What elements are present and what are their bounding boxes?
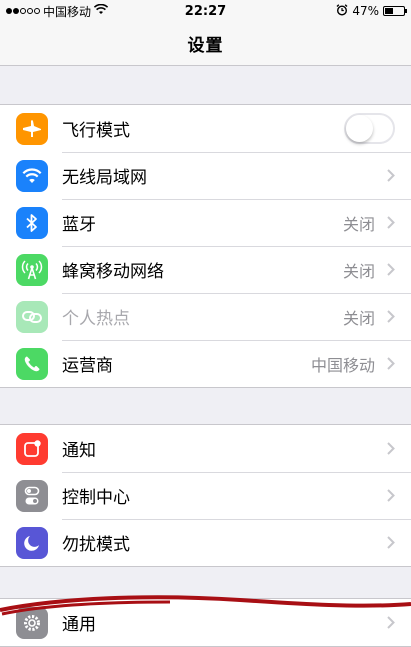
chevron-right-icon <box>387 616 397 629</box>
wifi-status-icon <box>93 3 109 18</box>
airplane-mode-toggle[interactable] <box>344 113 395 144</box>
phone-icon <box>16 347 48 380</box>
status-bar-right: 47% <box>336 3 407 19</box>
airplane-mode-label: 飞行模式 <box>62 121 130 141</box>
gear-icon <box>16 606 48 639</box>
navigation-bar: 设置 <box>0 22 411 66</box>
wifi-icon <box>16 159 48 192</box>
chevron-right-icon <box>387 442 397 455</box>
chevron-right-icon <box>387 310 397 323</box>
settings-row-do-not-disturb[interactable]: 勿扰模式 <box>0 519 411 566</box>
page-title: 设置 <box>187 36 224 56</box>
moon-icon <box>16 526 48 559</box>
cellular-value: 关闭 <box>342 261 375 281</box>
airplane-icon <box>16 112 48 145</box>
carrier-label: 运营商 <box>62 356 113 376</box>
chevron-right-icon <box>387 169 397 182</box>
cellular-label: 蜂窝移动网络 <box>62 262 164 282</box>
settings-row-general[interactable]: 通用 <box>0 599 411 646</box>
settings-group-general: 通用 <box>0 598 411 647</box>
general-label: 通用 <box>62 615 96 635</box>
alarm-icon <box>336 3 348 19</box>
hotspot-icon <box>16 300 48 333</box>
control-center-label: 控制中心 <box>62 488 130 508</box>
bluetooth-value: 关闭 <box>342 214 375 234</box>
bluetooth-label: 蓝牙 <box>62 215 96 235</box>
notification-icon <box>16 432 48 465</box>
chevron-right-icon <box>387 489 397 502</box>
chevron-right-icon <box>387 263 397 276</box>
battery-icon <box>383 6 407 16</box>
settings-group-system: 通知 控制中心 勿扰模式 <box>0 424 411 567</box>
personal-hotspot-label: 个人热点 <box>62 309 130 329</box>
chevron-right-icon <box>387 216 397 229</box>
chevron-right-icon <box>387 536 397 549</box>
personal-hotspot-value: 关闭 <box>342 308 375 328</box>
settings-row-control-center[interactable]: 控制中心 <box>0 472 411 519</box>
cellular-icon <box>16 253 48 286</box>
carrier-name: 中国移动 <box>43 4 92 19</box>
status-bar: 中国移动 22:27 47% <box>0 0 411 22</box>
control-center-icon <box>16 479 48 512</box>
carrier-value: 中国移动 <box>310 355 375 375</box>
settings-row-personal-hotspot[interactable]: 个人热点 关闭 <box>0 293 411 340</box>
battery-percent: 47% <box>352 4 379 18</box>
chevron-right-icon <box>387 357 397 370</box>
status-bar-left: 中国移动 <box>6 3 109 20</box>
signal-strength-icon <box>6 8 40 14</box>
settings-row-cellular[interactable]: 蜂窝移动网络 关闭 <box>0 246 411 293</box>
wifi-label: 无线局域网 <box>62 168 147 188</box>
status-time: 22:27 <box>184 3 227 19</box>
settings-row-wifi[interactable]: 无线局域网 <box>0 152 411 199</box>
notifications-label: 通知 <box>62 441 96 461</box>
settings-row-carrier[interactable]: 运营商 中国移动 <box>0 340 411 387</box>
settings-group-connectivity: 飞行模式 无线局域网 蓝牙 关闭 蜂窝移动网络 关闭 个人热点 关闭 运营商 中… <box>0 104 411 388</box>
settings-row-bluetooth[interactable]: 蓝牙 关闭 <box>0 199 411 246</box>
settings-row-notifications[interactable]: 通知 <box>0 425 411 472</box>
toggle-knob <box>346 115 373 142</box>
settings-row-airplane-mode: 飞行模式 <box>0 105 411 152</box>
bluetooth-icon <box>16 206 48 239</box>
do-not-disturb-label: 勿扰模式 <box>62 535 130 555</box>
